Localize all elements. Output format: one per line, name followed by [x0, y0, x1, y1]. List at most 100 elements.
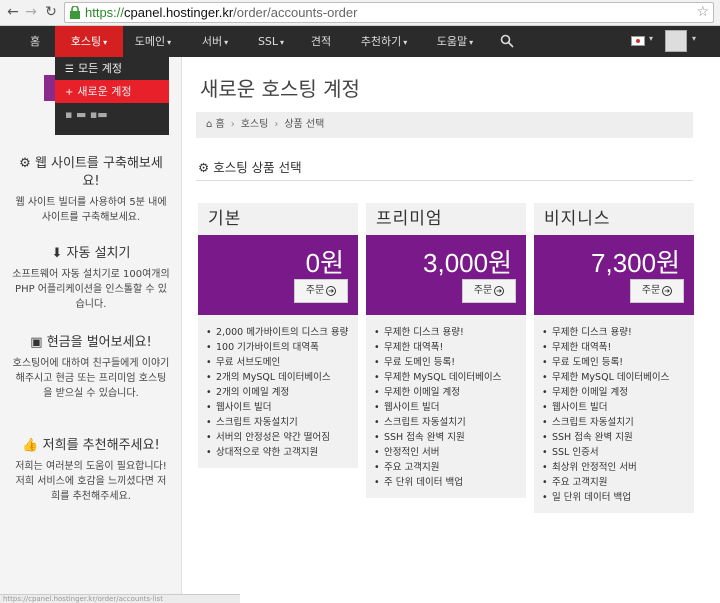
- order-button[interactable]: 주문 ➜: [630, 279, 684, 303]
- list-item: 웹사이트 빌더: [542, 400, 686, 415]
- chevron-down-icon[interactable]: ▾: [692, 34, 696, 43]
- chevron-down-icon[interactable]: ▾: [649, 34, 653, 43]
- tiles-icon: ▪ ▬ ▪▬: [65, 108, 108, 121]
- list-item: 일 단위 데이터 백업: [542, 490, 686, 505]
- list-item: 무료 도메인 등록!: [374, 355, 518, 370]
- list-item: 서버의 안정성은 약간 떨어짐: [206, 430, 350, 445]
- list-item: SSH 접속 완벽 지원: [542, 430, 686, 445]
- list-item: 무제한 대역폭!: [374, 340, 518, 355]
- bookmark-star-icon[interactable]: ☆: [696, 4, 709, 20]
- list-item: 주 단위 데이터 백업: [374, 475, 518, 490]
- reload-icon[interactable]: ↻: [42, 3, 60, 21]
- gears-icon: ⚙: [198, 160, 214, 175]
- feature-list: 무제한 디스크 용량! 무제한 대역폭! 무료 도메인 등록! 무제한 MySQ…: [534, 315, 694, 513]
- nav-quote[interactable]: 견적: [306, 26, 336, 57]
- plus-icon: +: [65, 87, 74, 98]
- breadcrumb-hosting[interactable]: 호스팅: [241, 119, 269, 130]
- address-bar[interactable]: https://cpanel.hostinger.kr/order/accoun…: [64, 2, 714, 23]
- breadcrumb-current: 상품 선택: [284, 119, 325, 130]
- list-item: 무제한 이메일 계정: [542, 385, 686, 400]
- nav-ssl[interactable]: SSL ▾: [252, 26, 290, 57]
- chevron-down-icon: ▾: [280, 38, 285, 47]
- list-item: 무료 서브도메인: [206, 355, 350, 370]
- chevron-down-icon: ▾: [224, 38, 229, 47]
- nav-domain[interactable]: 도메인 ▾: [128, 26, 178, 57]
- list-icon: ☰: [65, 64, 74, 75]
- list-item: 100 기가바이트의 대역폭: [206, 340, 350, 355]
- plan-price-box: 3,000원 주문 ➜: [366, 235, 526, 315]
- nav-help[interactable]: 도움말 ▾: [430, 26, 480, 57]
- menu-item-new-account[interactable]: + 새로운 계정: [55, 80, 169, 103]
- nav-server[interactable]: 서버 ▾: [196, 26, 234, 57]
- avatar[interactable]: [665, 30, 687, 52]
- plan-name: 프리미엄: [376, 209, 443, 229]
- plan-card-business: 비지니스 7,300원 주문➜ 무제한 디스크 용량! 무제한 대역폭! 무료 …: [534, 203, 694, 513]
- page-title: 새로운 호스팅 계정: [200, 77, 360, 101]
- nav-hosting[interactable]: 호스팅 ▾: [55, 26, 123, 57]
- menu-item-all-accounts[interactable]: ☰ 모든 계정: [55, 57, 169, 80]
- status-bar: https://cpanel.hostinger.kr/order/accoun…: [0, 594, 240, 603]
- search-icon[interactable]: [500, 34, 514, 48]
- chevron-down-icon: ▾: [469, 38, 474, 47]
- language-flag-icon[interactable]: [631, 36, 645, 46]
- top-nav: 홈 호스팅 ▾ 도메인 ▾ 서버 ▾ SSL ▾ 견적 추천하기 ▾ 도움말 ▾: [0, 26, 720, 57]
- order-button[interactable]: 주문 ➜: [294, 279, 348, 303]
- feature-list: 2,000 메가바이트의 디스크 용량 100 기가바이트의 대역폭 무료 서브…: [198, 315, 358, 468]
- list-item: 2,000 메가바이트의 디스크 용량: [206, 325, 350, 340]
- plan-price: 3,000원: [423, 248, 512, 278]
- chevron-down-icon: ▾: [167, 38, 172, 47]
- list-item: 무제한 디스크 용량!: [374, 325, 518, 340]
- feature-list: 무제한 디스크 용량! 무제한 대역폭! 무료 도메인 등록! 무제한 MySQ…: [366, 315, 526, 498]
- hosting-dropdown: ☰ 모든 계정 + 새로운 계정 ▪ ▬ ▪▬: [55, 57, 169, 135]
- plan-name: 비지니스: [544, 209, 611, 229]
- plan-price: 0원: [305, 248, 344, 278]
- sidebar-build: ⚙ 웹 사이트를 구축해보세요! 웹 사이트 빌더를 사용하여 5분 내에 사이…: [15, 156, 167, 223]
- list-item: 스크립트 자동설치기: [374, 415, 518, 430]
- list-item: 상대적으로 약한 고객지원: [206, 445, 350, 460]
- list-item: 스크립트 자동설치기: [206, 415, 350, 430]
- plan-card-premium: 프리미엄 3,000원 주문➜ 무제한 디스크 용량! 무제한 대역폭! 무료 …: [366, 203, 526, 498]
- home-icon: ⌂: [206, 119, 216, 130]
- chevron-down-icon: ▾: [103, 38, 108, 47]
- order-button[interactable]: 주문 ➜: [462, 279, 516, 303]
- list-item: 무료 도메인 등록!: [542, 355, 686, 370]
- thumbs-up-icon: 👍: [22, 438, 43, 453]
- list-item: 2개의 이메일 계정: [206, 385, 350, 400]
- arrow-right-icon: ➜: [494, 286, 505, 296]
- list-item: 무제한 대역폭!: [542, 340, 686, 355]
- nav-home[interactable]: 홈: [20, 26, 50, 57]
- lock-icon: [70, 6, 80, 19]
- sidebar-cash: ▣ 현금을 벌어보세요! 호스팅어에 대하여 친구들에게 이야기해주시고 현금 …: [12, 335, 170, 399]
- plan-card-basic: 기본 0원 주문➜ 2,000 메가바이트의 디스크 용량 100 기가바이트의…: [198, 203, 358, 468]
- menu-item-blurred: ▪ ▬ ▪▬: [55, 103, 169, 135]
- back-icon[interactable]: ←: [4, 3, 22, 21]
- list-item: SSL 인증서: [542, 445, 686, 460]
- breadcrumb: ⌂ 홈 › 호스팅 › 상품 선택: [196, 112, 693, 138]
- section-title: ⚙ 호스팅 상품 선택: [198, 160, 302, 175]
- gears-icon: ⚙: [19, 156, 35, 171]
- list-item: 무제한 MySQL 데이터베이스: [374, 370, 518, 385]
- list-item: 2개의 MySQL 데이터베이스: [206, 370, 350, 385]
- download-icon: ⬇: [51, 246, 67, 261]
- arrow-right-icon: ➜: [662, 286, 673, 296]
- list-item: 무제한 디스크 용량!: [542, 325, 686, 340]
- url-text: https://cpanel.hostinger.kr/order/accoun…: [85, 5, 358, 20]
- list-item: 안정적인 서버: [374, 445, 518, 460]
- list-item: 웹사이트 빌더: [374, 400, 518, 415]
- plan-price-box: 0원 주문 ➜: [198, 235, 358, 315]
- money-icon: ▣: [30, 335, 47, 350]
- chevron-down-icon: ▾: [403, 38, 408, 47]
- arrow-right-icon: ➜: [326, 286, 337, 296]
- breadcrumb-home[interactable]: 홈: [216, 119, 225, 130]
- main-content: 새로운 호스팅 계정 ⌂ 홈 › 호스팅 › 상품 선택 ⚙ 호스팅 상품 선택 기본 …: [196, 57, 696, 603]
- plan-price-box: 7,300원 주문 ➜: [534, 235, 694, 315]
- list-item: 스크립트 자동설치기: [542, 415, 686, 430]
- plan-price: 7,300원: [591, 248, 680, 278]
- sidebar-autoinstaller: ⬇ 자동 설치기 소프트웨어 자동 설치기로 100여개의 PHP 어플리케이션…: [12, 246, 170, 310]
- sidebar: ⚙ 웹 사이트를 구축해보세요! 웹 사이트 빌더를 사용하여 5분 내에 사이…: [0, 57, 182, 603]
- list-item: 무제한 이메일 계정: [374, 385, 518, 400]
- nav-recommend[interactable]: 추천하기 ▾: [354, 26, 414, 57]
- list-item: 웹사이트 빌더: [206, 400, 350, 415]
- list-item: 최상위 안정적인 서버: [542, 460, 686, 475]
- forward-icon[interactable]: →: [22, 3, 40, 21]
